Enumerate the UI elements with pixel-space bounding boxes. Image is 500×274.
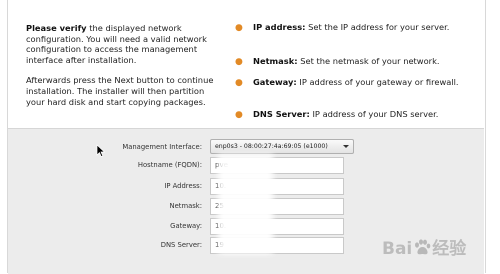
- netmask-label: Netmask:: [169, 202, 202, 210]
- intro-paragraph-1: Please verify the displayed network conf…: [26, 23, 221, 65]
- bullet-netmask: ● Netmask: Set the netmask of your networ…: [232, 56, 440, 67]
- bullet-term: DNS Server:: [253, 109, 310, 119]
- bullet-desc: Set the IP address for your server.: [305, 22, 450, 32]
- management-interface-select[interactable]: enp0s3 - 08:00:27:4a:69:05 (e1000): [210, 139, 354, 154]
- intro-bold-lead: Please verify: [26, 23, 87, 33]
- bullet-gateway: ● Gateway: IP address of your gateway or …: [232, 77, 459, 88]
- bullet-ip-address: ● IP address: Set the IP address for your…: [232, 22, 449, 33]
- redaction-blur: [218, 154, 273, 254]
- bullet-icon: ●: [235, 57, 243, 67]
- baidu-watermark: Bai 经验: [382, 234, 466, 259]
- bullet-term: IP address:: [253, 22, 306, 32]
- management-interface-label: Management Interface:: [122, 143, 202, 151]
- bullet-icon: ●: [235, 23, 243, 33]
- watermark-text-right: 经验: [432, 239, 467, 259]
- paw-icon: [415, 239, 431, 255]
- gateway-label: Gateway:: [170, 222, 202, 230]
- dns-server-label: DNS Server:: [160, 241, 202, 249]
- bullet-icon: ●: [235, 78, 243, 88]
- watermark-text-left: Bai: [382, 239, 413, 259]
- hostname-label: Hostname (FQDN):: [137, 161, 202, 169]
- bullet-icon: ●: [235, 110, 243, 120]
- bullet-desc: IP address of your DNS server.: [309, 109, 439, 119]
- bullet-desc: Set the netmask of your network.: [297, 56, 440, 66]
- mouse-pointer-icon: [96, 144, 106, 158]
- bullet-term: Gateway:: [253, 77, 297, 87]
- bullet-dns-server: ● DNS Server: IP address of your DNS serv…: [232, 109, 438, 120]
- bullet-term: Netmask:: [253, 56, 298, 66]
- chevron-down-icon: [343, 145, 349, 148]
- intro-paragraph-2: Afterwards press the Next button to cont…: [26, 75, 214, 107]
- intro-text: Please verify the displayed network conf…: [26, 23, 221, 107]
- management-interface-value: enp0s3 - 08:00:27:4a:69:05 (e1000): [215, 143, 328, 150]
- ip-address-label: IP Address:: [164, 182, 202, 190]
- bullet-desc: IP address of your gateway or firewall.: [296, 77, 459, 87]
